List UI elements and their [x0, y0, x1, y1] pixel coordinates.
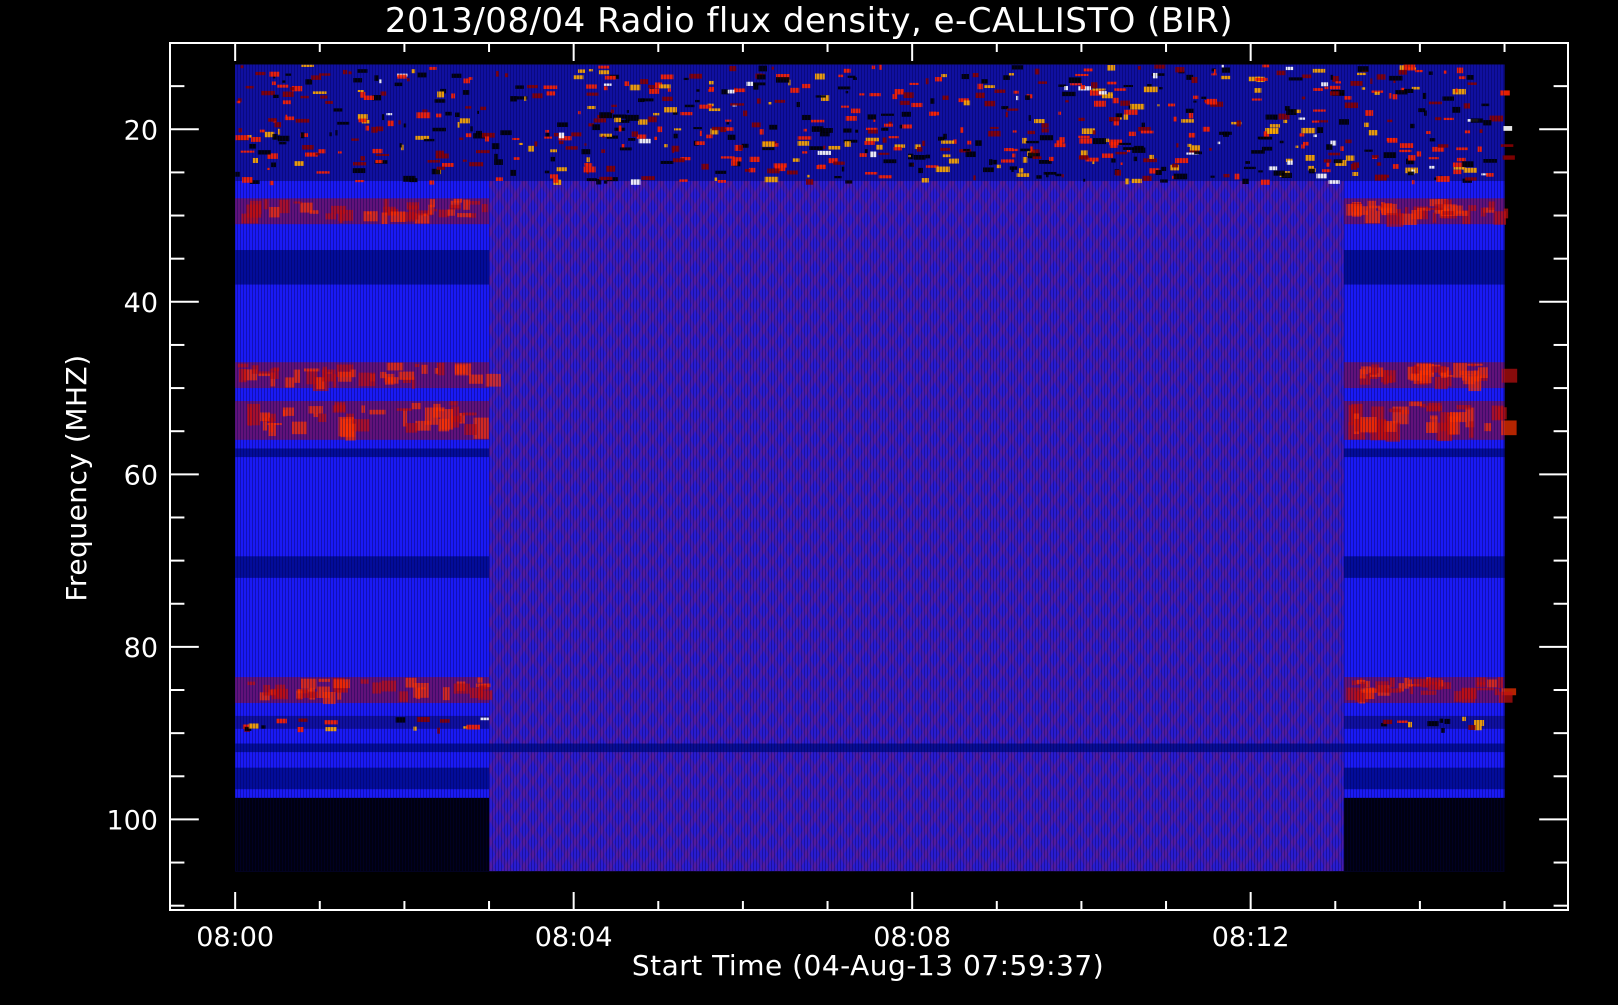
y-tick-label: 40: [124, 288, 158, 319]
spectrogram-image: [235, 64, 1518, 872]
x-axis-label: Start Time (04-Aug-13 07:59:37): [632, 949, 1104, 982]
spectrogram-chart: 08:00 08:04 08:08 08:12 20406080100 2013/08…: [60, 1, 1569, 982]
band-speckle: [1504, 180, 1512, 185]
x-tick-label: 08:00: [196, 922, 274, 953]
spectrogram-figure: 08:00 08:04 08:08 08:12 20 40 60 80 100 2013/08…: [0, 0, 1618, 1000]
y-tick-label: 80: [124, 633, 158, 664]
spectrogram-texture: [235, 64, 1505, 872]
y-tick-label: 100: [106, 805, 158, 836]
y-tick-label: 60: [124, 460, 158, 491]
y-axis-label: Frequency (MHZ): [60, 354, 93, 601]
x-tick-label: 08:04: [535, 922, 613, 953]
x-tick-label: 08:12: [1212, 922, 1290, 953]
chart-title: 2013/08/04 Radio flux density, e-CALLIST…: [385, 1, 1233, 41]
y-tick-label: 20: [124, 115, 158, 146]
